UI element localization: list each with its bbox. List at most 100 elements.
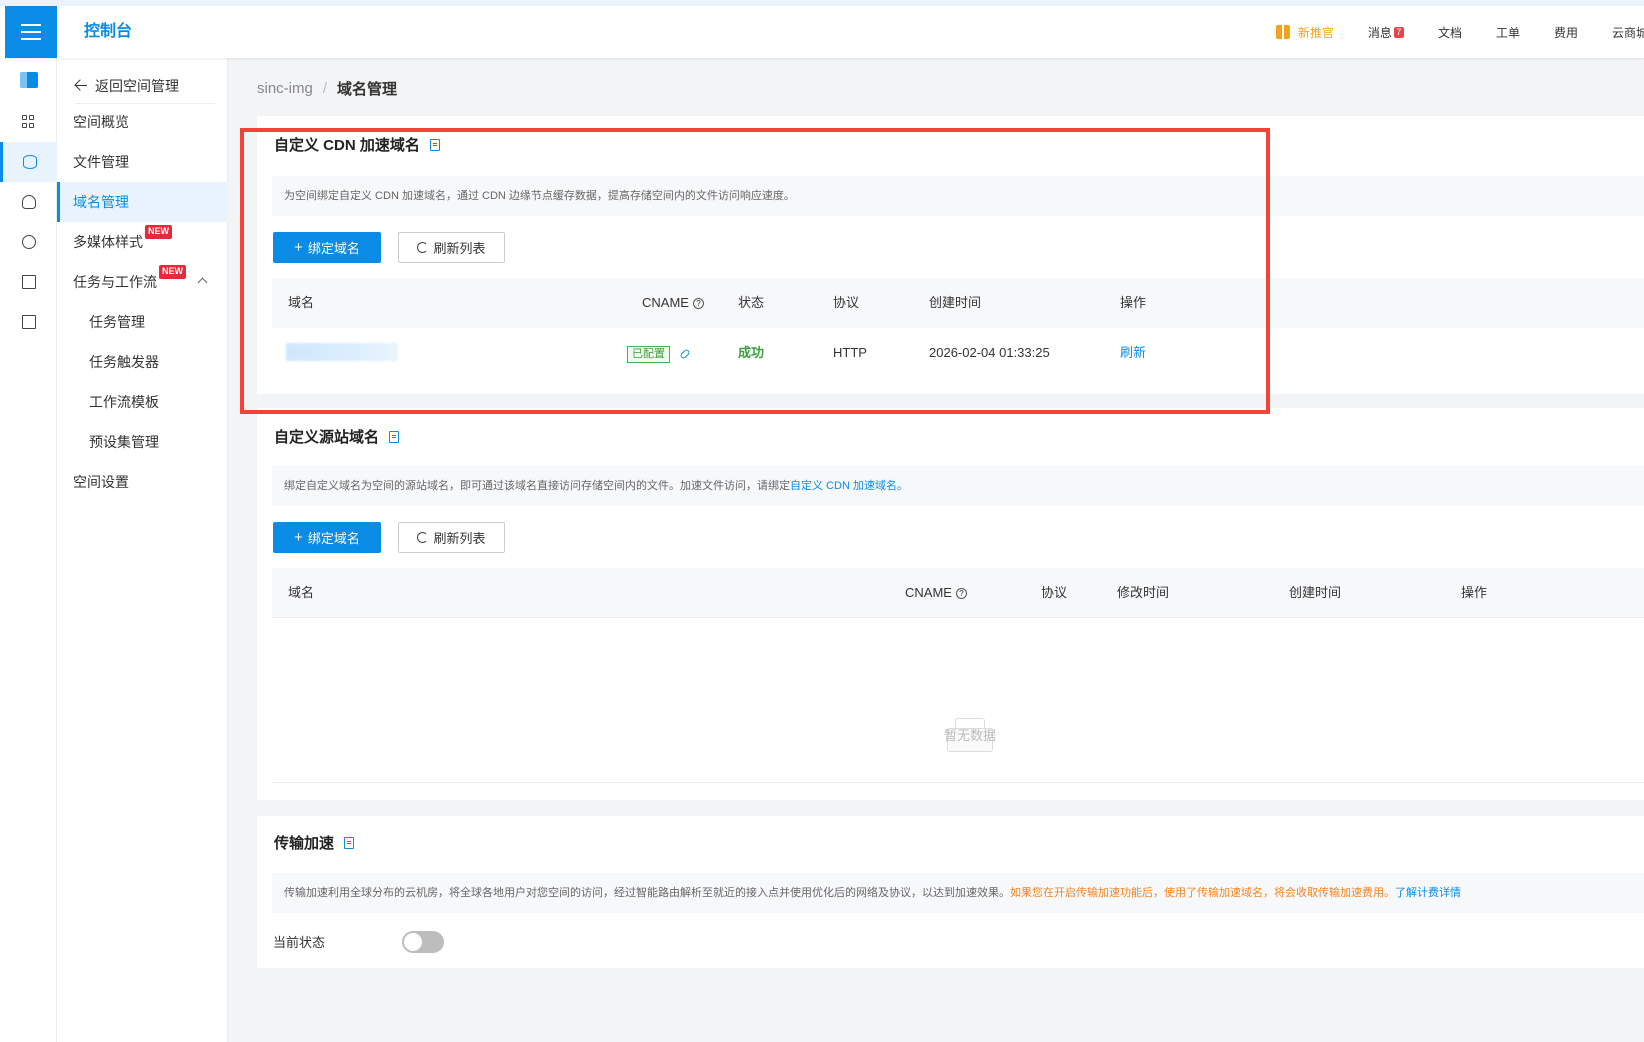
col-protocol: 协议 <box>833 295 860 310</box>
cdn-table-header: 域名 CNAME? 状态 协议 创建时间 操作 <box>272 278 1644 328</box>
transfer-accel-toggle[interactable] <box>402 931 444 953</box>
rail-cloud[interactable] <box>0 182 57 222</box>
col-domain: 域名 <box>288 295 315 310</box>
refresh-action-link[interactable]: 刷新 <box>1120 328 1146 378</box>
col-status: 状态 <box>738 295 765 310</box>
header-nav: 新推官 消息 7 文档 工单 费用 云商城 <box>1242 6 1644 58</box>
icon-rail <box>0 58 57 1042</box>
toggle-knob <box>404 933 422 951</box>
menu-item-file-mgmt[interactable]: 文件管理 <box>57 142 228 182</box>
back-to-space-mgmt-link[interactable]: 返回空间管理 <box>75 68 215 104</box>
cname-configured-tag: 已配置 <box>627 346 670 363</box>
logo-icon <box>19 72 38 88</box>
pie-chart-icon <box>21 235 36 249</box>
header-new-gift[interactable]: 新推官 <box>1275 24 1334 41</box>
menu-item-task-mgmt[interactable]: 任务管理 <box>57 302 228 342</box>
cdn-title-text: 自定义 CDN 加速域名 <box>274 137 420 154</box>
origin-table-header: 域名 CNAME? 协议 修改时间 创建时间 操作 <box>272 568 1644 618</box>
database-icon <box>23 155 37 169</box>
col-created: 创建时间 <box>929 295 982 310</box>
current-status-label: 当前状态 <box>273 935 326 950</box>
menu-item-media-style[interactable]: 多媒体样式 NEW <box>57 222 228 262</box>
menu-item-overview[interactable]: 空间概览 <box>57 102 228 142</box>
status-cell: 成功 <box>738 345 765 360</box>
header-messages-label: 消息 <box>1367 25 1392 40</box>
menu-item-workflow-template[interactable]: 工作流模板 <box>57 382 228 422</box>
origin-domain-card: 自定义源站域名 绑定自定义域名为空间的源站域名，即可通过该域名直接访问存储空间内… <box>257 408 1644 800</box>
col-created: 创建时间 <box>1289 585 1342 600</box>
cdn-refresh-list-label: 刷新列表 <box>433 241 486 256</box>
breadcrumb-bucket[interactable]: sinc-img <box>257 80 313 97</box>
rail-statistics[interactable] <box>0 222 57 262</box>
console-title[interactable]: 控制台 <box>84 6 132 58</box>
help-icon[interactable]: ? <box>692 298 704 310</box>
header-docs[interactable]: 文档 <box>1438 24 1462 41</box>
origin-refresh-list-button[interactable]: 刷新列表 <box>398 522 505 553</box>
origin-desc-cdn-link[interactable]: 自定义 CDN 加速域名。 <box>790 480 908 492</box>
hamburger-menu-button[interactable] <box>5 6 57 58</box>
refresh-icon <box>417 242 429 253</box>
table-row: 已配置 成功 HTTP 2026-02-04 01:33:25 刷新 <box>272 328 1644 378</box>
cdn-bind-domain-button[interactable]: + 绑定域名 <box>273 232 381 263</box>
breadcrumb-current: 域名管理 <box>337 81 398 98</box>
col-domain: 域名 <box>288 585 315 600</box>
menu-item-tasks-workflow[interactable]: 任务与工作流 NEW <box>57 262 228 302</box>
transfer-section-title: 传输加速 <box>274 832 355 853</box>
header-messages[interactable]: 消息 7 <box>1368 24 1404 41</box>
protocol-cell: HTTP <box>833 345 867 360</box>
col-cname: CNAME? <box>642 278 704 328</box>
header-cloud-market[interactable]: 云商城 <box>1612 24 1644 41</box>
origin-table-empty: 暂无数据 <box>272 619 1644 783</box>
rail-overview[interactable] <box>0 102 57 142</box>
menu-item-preset-mgmt[interactable]: 预设集管理 <box>57 422 228 462</box>
billing-details-link[interactable]: 了解计费详情 <box>1395 887 1461 899</box>
document-icon[interactable] <box>344 836 355 849</box>
created-cell: 2026-02-04 01:33:25 <box>929 345 1050 360</box>
gift-icon <box>1275 25 1290 39</box>
plus-icon: + <box>294 529 303 546</box>
menu-item-space-settings[interactable]: 空间设置 <box>57 462 228 502</box>
cdn-section-title: 自定义 CDN 加速域名 <box>274 134 440 155</box>
cdn-domain-card: 自定义 CDN 加速域名 为空间绑定自定义 CDN 加速域名，通过 CDN 边缘… <box>257 116 1644 394</box>
breadcrumb-separator: / <box>322 80 328 97</box>
cloud-icon <box>21 195 36 209</box>
origin-refresh-list-label: 刷新列表 <box>433 531 486 546</box>
domain-value-redacted <box>286 343 398 361</box>
rail-logo[interactable] <box>0 60 57 100</box>
menu-item-tasks-workflow-label: 任务与工作流 <box>73 274 157 290</box>
origin-description: 绑定自定义域名为空间的源站域名，即可通过该域名直接访问存储空间内的文件。加速文件… <box>272 466 1644 506</box>
hamburger-icon <box>21 24 41 40</box>
rail-transfer[interactable] <box>0 302 57 342</box>
header-new-gift-label: 新推官 <box>1297 25 1334 40</box>
transfer-title-text: 传输加速 <box>274 835 335 852</box>
link-icon[interactable] <box>678 347 691 360</box>
rail-file-search[interactable] <box>0 262 57 302</box>
refresh-icon <box>417 532 429 543</box>
empty-text: 暂无数据 <box>943 728 996 743</box>
rail-storage[interactable] <box>0 142 57 182</box>
col-actions: 操作 <box>1461 585 1488 600</box>
header-tickets[interactable]: 工单 <box>1496 24 1520 41</box>
col-protocol: 协议 <box>1041 585 1068 600</box>
menu-item-domain-mgmt[interactable]: 域名管理 <box>57 182 228 222</box>
col-cname-label: CNAME <box>642 295 689 310</box>
origin-bind-domain-button[interactable]: + 绑定域名 <box>273 522 381 553</box>
top-header: 控制台 新推官 消息 7 文档 工单 费用 云商城 <box>0 6 1644 58</box>
back-link-label: 返回空间管理 <box>95 77 179 94</box>
new-badge: NEW <box>159 265 186 279</box>
cdn-bind-domain-label: 绑定域名 <box>307 241 360 256</box>
origin-title-text: 自定义源站域名 <box>274 429 380 446</box>
menu-item-task-trigger[interactable]: 任务触发器 <box>57 342 228 382</box>
cdn-refresh-list-button[interactable]: 刷新列表 <box>398 232 505 263</box>
document-icon[interactable] <box>429 138 440 151</box>
document-icon[interactable] <box>389 430 400 443</box>
breadcrumb: sinc-img / 域名管理 <box>257 78 397 99</box>
help-icon[interactable]: ? <box>955 588 967 600</box>
plus-icon: + <box>294 239 303 256</box>
transfer-desc-text: 传输加速利用全球分布的云机房，将全球各地用户对您空间的访问，经过智能路由解析至就… <box>284 887 1010 899</box>
arrow-left-icon <box>75 80 87 92</box>
transfer-accel-card: 传输加速 传输加速利用全球分布的云机房，将全球各地用户对您空间的访问，经过智能路… <box>257 816 1644 968</box>
col-cname-label: CNAME <box>905 585 952 600</box>
header-billing[interactable]: 费用 <box>1554 24 1578 41</box>
col-cname: CNAME? <box>905 568 967 618</box>
